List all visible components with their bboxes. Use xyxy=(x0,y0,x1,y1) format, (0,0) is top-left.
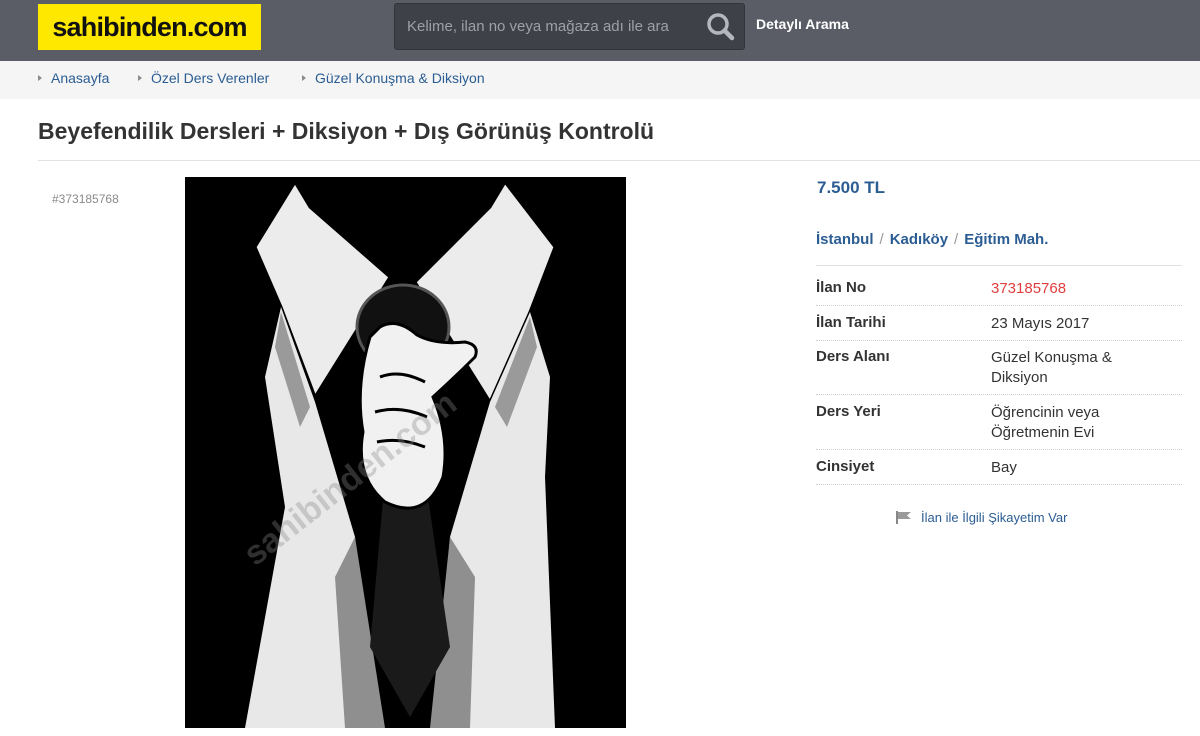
breadcrumb: Anasayfa Özel Ders Verenler Güzel Konuşm… xyxy=(0,61,1200,99)
site-logo-text[interactable]: sahibinden.com xyxy=(52,12,247,43)
breadcrumb-label[interactable]: Güzel Konuşma & Diksiyon xyxy=(315,70,485,86)
location-district-link[interactable]: Kadıköy xyxy=(890,231,948,248)
breadcrumb-label[interactable]: Anasayfa xyxy=(51,70,109,86)
site-logo[interactable]: sahibinden.com xyxy=(38,4,261,50)
info-value: 373185768 xyxy=(991,280,1067,297)
search-input[interactable] xyxy=(395,4,695,49)
info-label: Cinsiyet xyxy=(816,458,875,475)
listing-title: Beyefendilik Dersleri + Diksiyon + Dış G… xyxy=(38,118,655,144)
breadcrumb-arrow-icon xyxy=(38,75,42,81)
info-row-listing-no: İlan No 373185768 xyxy=(816,279,1182,306)
suit-tie-illustration: sahibinden.com xyxy=(185,177,626,728)
listing-price: 7.500 TL xyxy=(817,178,886,197)
info-value: 23 Mayıs 2017 xyxy=(991,315,1090,332)
info-value: Bay xyxy=(991,459,1017,476)
info-value: Öğrencinin veya Öğretmenin Evi xyxy=(991,404,1100,441)
info-row-location-type: Ders Yeri Öğrencinin veya Öğretmenin Evi xyxy=(816,403,1182,450)
detailed-search-link[interactable]: Detaylı Arama xyxy=(756,16,849,32)
info-row-gender: Cinsiyet Bay xyxy=(816,458,1182,485)
location-separator: / xyxy=(879,231,884,248)
title-divider xyxy=(38,160,1200,161)
search-icon[interactable] xyxy=(704,10,738,44)
breadcrumb-item-diction[interactable]: Güzel Konuşma & Diksiyon xyxy=(302,70,485,86)
breadcrumb-arrow-icon xyxy=(302,75,306,81)
info-row-listing-date: İlan Tarihi 23 Mayıs 2017 xyxy=(816,314,1182,341)
search-box xyxy=(394,3,745,50)
info-label: İlan No xyxy=(816,279,867,296)
flag-icon xyxy=(896,511,911,524)
info-label: Ders Yeri xyxy=(816,403,881,420)
info-label: İlan Tarihi xyxy=(816,314,886,331)
complaint-link-label[interactable]: İlan ile İlgili Şikayetim Var xyxy=(921,510,1067,525)
search-button[interactable] xyxy=(704,10,738,44)
breadcrumb-item-private-tutors[interactable]: Özel Ders Verenler xyxy=(138,70,269,86)
location-neighborhood-link[interactable]: Eğitim Mah. xyxy=(964,231,1048,248)
info-row-subject: Ders Alanı Güzel Konuşma & Diksiyon xyxy=(816,348,1182,395)
breadcrumb-arrow-icon xyxy=(138,75,142,81)
listing-photo[interactable]: sahibinden.com xyxy=(185,177,626,728)
breadcrumb-label[interactable]: Özel Ders Verenler xyxy=(151,70,269,86)
location-city-link[interactable]: İstanbul xyxy=(816,231,874,248)
listing-location: İstanbul / Kadıköy / Eğitim Mah. xyxy=(816,231,1048,248)
info-value: Güzel Konuşma & Diksiyon xyxy=(991,349,1112,386)
listing-id-tag: #373185768 xyxy=(52,192,119,206)
complaint-link[interactable]: İlan ile İlgili Şikayetim Var xyxy=(895,510,1067,525)
location-separator: / xyxy=(954,231,959,248)
location-divider xyxy=(816,265,1182,266)
breadcrumb-item-home[interactable]: Anasayfa xyxy=(38,70,109,86)
top-navigation-bar: sahibinden.com Detaylı Arama xyxy=(0,0,1200,61)
info-label: Ders Alanı xyxy=(816,348,890,365)
